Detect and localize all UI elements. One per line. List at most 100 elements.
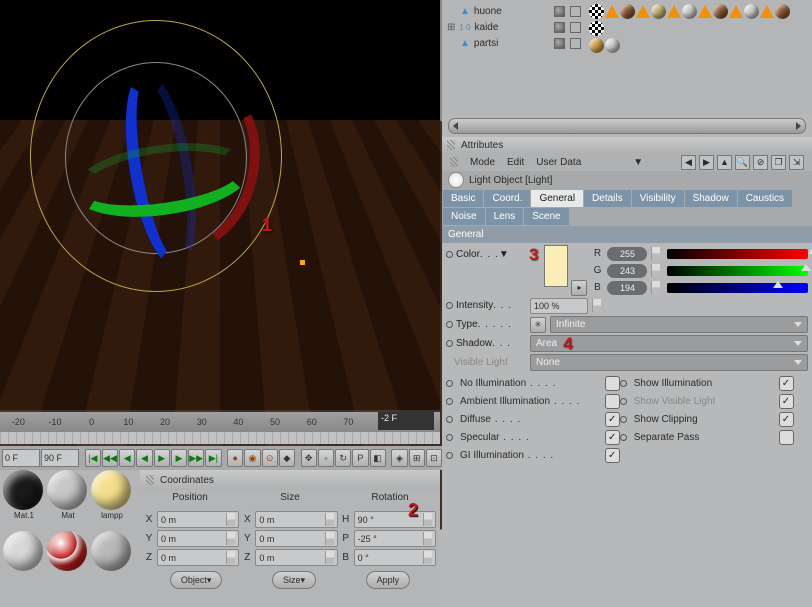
- timeline-ruler[interactable]: -20-100102030405060708090: [0, 412, 440, 432]
- material-ball[interactable]: [3, 470, 43, 510]
- tab-general[interactable]: General: [531, 190, 583, 207]
- checkbox-specular[interactable]: [605, 430, 620, 445]
- frame-ruler[interactable]: [0, 432, 440, 444]
- checkbox-no-illumination[interactable]: [605, 376, 620, 391]
- object-mode-button[interactable]: Object ▾: [170, 571, 223, 589]
- b-slider[interactable]: [667, 283, 808, 293]
- rot-P-field[interactable]: -25 °: [354, 530, 436, 547]
- play-back-button[interactable]: ◀: [136, 449, 152, 467]
- mat-tag-icon[interactable]: [744, 4, 759, 19]
- nav-back-icon[interactable]: ◀: [681, 155, 696, 170]
- next-frame-button[interactable]: ▶: [171, 449, 187, 467]
- tab-caustics[interactable]: Caustics: [738, 190, 792, 207]
- tool-a-icon[interactable]: ◈: [391, 449, 407, 467]
- nav-up-icon[interactable]: ▲: [717, 155, 732, 170]
- tab-lens[interactable]: Lens: [486, 208, 524, 225]
- size-mode-button[interactable]: Size ▾: [272, 571, 316, 589]
- tree-item[interactable]: kaide: [475, 22, 499, 33]
- size-Y-field[interactable]: 0 m: [255, 530, 337, 547]
- shadow-dropdown[interactable]: Area4: [530, 335, 808, 352]
- type-dropdown[interactable]: Infinite: [550, 316, 808, 333]
- new-window-icon[interactable]: ❐: [771, 155, 786, 170]
- play-button[interactable]: ▶: [154, 449, 170, 467]
- type-icon[interactable]: ✳: [530, 317, 546, 333]
- size-X-field[interactable]: 0 m: [255, 511, 337, 528]
- mat-tag-icon[interactable]: [775, 4, 790, 19]
- current-frame-field[interactable]: -2 F: [378, 412, 434, 430]
- start-frame-field[interactable]: 0 F: [2, 449, 40, 467]
- tree-item[interactable]: huone: [474, 6, 502, 17]
- record-button[interactable]: ●: [227, 449, 243, 467]
- color-expand-icon[interactable]: ▸: [571, 280, 587, 296]
- pos-Y-field[interactable]: 0 m: [157, 530, 239, 547]
- tool-c-icon[interactable]: ⊡: [426, 449, 442, 467]
- r-slider[interactable]: [667, 249, 808, 259]
- nav-fwd-icon[interactable]: ▶: [699, 155, 714, 170]
- end-frame-field[interactable]: 90 F: [41, 449, 79, 467]
- mat-tag-icon[interactable]: [589, 38, 604, 53]
- checkbox-separate-pass[interactable]: [779, 430, 794, 445]
- material-ball[interactable]: [3, 531, 43, 571]
- size-Z-field[interactable]: 0 m: [255, 549, 337, 566]
- checkbox-gi-illumination[interactable]: [605, 448, 620, 463]
- rotate-tool-icon[interactable]: ↻: [335, 449, 351, 467]
- next-key-button[interactable]: ▶▶: [188, 449, 204, 467]
- annotation-2: 2: [408, 500, 418, 521]
- tab-coord[interactable]: Coord.: [484, 190, 530, 207]
- param-tool-icon[interactable]: P: [352, 449, 368, 467]
- menu-mode[interactable]: Mode: [470, 157, 495, 168]
- lock-icon[interactable]: ⊘: [753, 155, 768, 170]
- h-scrollbar[interactable]: [448, 118, 806, 134]
- rot-B-field[interactable]: 0 °: [354, 549, 436, 566]
- pla-tool-icon[interactable]: ◧: [370, 449, 386, 467]
- tab-shadow[interactable]: Shadow: [685, 190, 737, 207]
- pin-icon[interactable]: ⇲: [789, 155, 804, 170]
- pos-Z-field[interactable]: 0 m: [157, 549, 239, 566]
- b-value-field[interactable]: 194: [607, 281, 647, 295]
- key-sel-button[interactable]: ◆: [279, 449, 295, 467]
- prev-key-button[interactable]: ◀◀: [102, 449, 118, 467]
- tab-scene[interactable]: Scene: [524, 208, 568, 225]
- menu-edit[interactable]: Edit: [507, 157, 524, 168]
- search-icon[interactable]: 🔍: [735, 155, 750, 170]
- tool-b-icon[interactable]: ⊞: [409, 449, 425, 467]
- mat-tag-icon[interactable]: [682, 4, 697, 19]
- material-ball[interactable]: [91, 470, 131, 510]
- pos-X-field[interactable]: 0 m: [157, 511, 239, 528]
- tab-basic[interactable]: Basic: [443, 190, 483, 207]
- g-value-field[interactable]: 243: [607, 264, 647, 278]
- move-tool-icon[interactable]: ✥: [301, 449, 317, 467]
- key-options-button[interactable]: ⊙: [262, 449, 278, 467]
- prev-frame-button[interactable]: ◀: [119, 449, 135, 467]
- tree-item[interactable]: partsi: [474, 38, 498, 49]
- material-ball[interactable]: [47, 531, 87, 571]
- object-tree[interactable]: ▲huone ⊞1 0kaide ▲partsi: [442, 0, 586, 115]
- intensity-field[interactable]: 100 %: [530, 298, 588, 314]
- checkbox-show-illumination[interactable]: [779, 376, 794, 391]
- color-swatch[interactable]: [544, 245, 568, 287]
- r-value-field[interactable]: 255: [607, 247, 647, 261]
- tex-tag-icon[interactable]: [589, 4, 604, 19]
- checkbox-ambient-illumination[interactable]: [605, 394, 620, 409]
- material-ball[interactable]: [91, 531, 131, 571]
- scale-tool-icon[interactable]: ▫: [318, 449, 334, 467]
- autokey-button[interactable]: ◉: [244, 449, 260, 467]
- apply-button[interactable]: Apply: [366, 571, 411, 589]
- tex-tag-icon[interactable]: [589, 21, 604, 36]
- checkbox-show-clipping[interactable]: [779, 412, 794, 427]
- mat-tag-icon[interactable]: [713, 4, 728, 19]
- tab-visibility[interactable]: Visibility: [632, 190, 684, 207]
- rot-H-field[interactable]: 90 °: [354, 511, 436, 528]
- go-start-button[interactable]: |◀: [85, 449, 101, 467]
- checkbox-diffuse[interactable]: [605, 412, 620, 427]
- menu-userdata[interactable]: User Data: [536, 157, 581, 168]
- tab-details[interactable]: Details: [584, 190, 631, 207]
- go-end-button[interactable]: ▶|: [205, 449, 221, 467]
- 3d-viewport[interactable]: 1: [0, 0, 442, 410]
- tab-noise[interactable]: Noise: [443, 208, 485, 225]
- mat-tag-icon[interactable]: [620, 4, 635, 19]
- mat-tag-icon[interactable]: [651, 4, 666, 19]
- material-ball[interactable]: [47, 470, 87, 510]
- g-slider[interactable]: [667, 266, 808, 276]
- mat-tag-icon[interactable]: [605, 38, 620, 53]
